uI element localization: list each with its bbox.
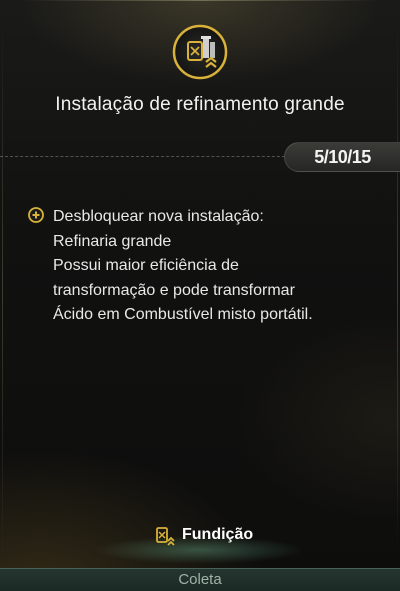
fuel-can-upgrade-icon <box>154 524 178 548</box>
top-divider <box>20 0 380 1</box>
level-text: 5/10/15 <box>314 147 371 167</box>
plus-circle-icon <box>28 207 44 223</box>
refinery-emblem-icon <box>170 22 230 82</box>
bonus-line: transformação e pode transformar <box>53 281 295 299</box>
bonus-line: Desbloquear nova instalação: <box>53 208 264 225</box>
tab-fundicao[interactable]: Fundição <box>182 526 253 544</box>
bonus-description: Desbloquear nova instalação: Refinaria g… <box>53 205 383 328</box>
bonus-line: Ácido em Combustível misto portátil. <box>53 306 313 323</box>
bonus-line: Refinaria grande <box>53 232 172 250</box>
bonus-line: Possui maior eficiência de <box>53 257 239 274</box>
level-badge: 5/10/15 <box>284 142 400 172</box>
tab-coleta[interactable]: Coleta <box>0 571 400 588</box>
title-divider <box>0 156 300 157</box>
building-title: Instalação de refinamento grande <box>55 94 345 115</box>
